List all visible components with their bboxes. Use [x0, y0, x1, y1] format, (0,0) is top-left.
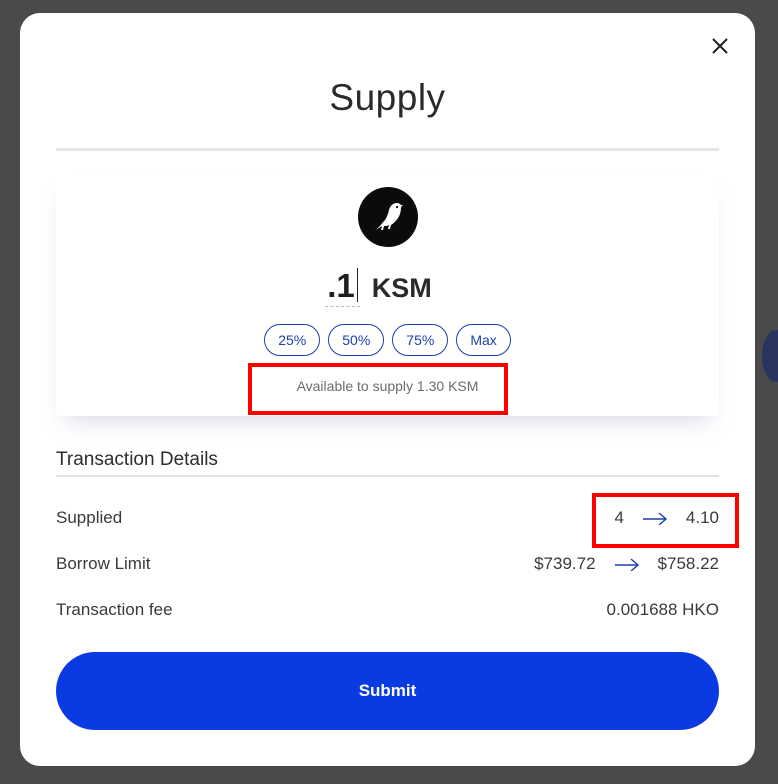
amount-card: .1 KSM 25% 50% 75% Max Available to suppl… [56, 173, 719, 416]
submit-button[interactable]: Submit [56, 652, 719, 730]
text-caret [356, 268, 358, 303]
transaction-fee-value: 0.001688 HKO [606, 600, 719, 619]
amount-value: .1 [327, 267, 355, 304]
kusama-bird-icon [358, 187, 418, 247]
borrow-limit-label: Borrow Limit [56, 554, 151, 573]
transaction-details-title: Transaction Details [56, 449, 218, 470]
close-icon [712, 38, 728, 54]
transaction-fee-row: Transaction fee 0.001688 HKO [56, 600, 719, 624]
supplied-value: 4 4.10 [614, 508, 719, 528]
close-button[interactable] [709, 35, 731, 57]
max-button[interactable]: Max [456, 324, 511, 356]
percent-75-button[interactable]: 75% [392, 324, 449, 356]
supply-modal: Supply .1 KSM 25% 50% 75% Max Available t… [20, 13, 755, 766]
percent-buttons: 25% 50% 75% Max [56, 324, 719, 356]
borrow-limit-to: $758.22 [657, 554, 719, 573]
amount-input[interactable]: .1 [325, 266, 360, 307]
borrow-limit-value: $739.72 $758.22 [534, 554, 719, 574]
borrow-limit-row: Borrow Limit $739.72 $758.22 [56, 554, 719, 578]
supplied-row: Supplied 4 4.10 [56, 508, 719, 532]
section-divider [56, 475, 719, 477]
background-element [762, 330, 778, 382]
arrow-right-icon [614, 557, 640, 571]
amount-row: .1 KSM [56, 266, 719, 310]
title-divider [56, 148, 719, 151]
transaction-fee-label: Transaction fee [56, 600, 173, 619]
supplied-label: Supplied [56, 508, 123, 527]
available-to-supply: Available to supply 1.30 KSM [296, 378, 479, 394]
supplied-to: 4.10 [685, 508, 719, 527]
supplied-from: 4 [614, 508, 624, 527]
borrow-limit-from: $739.72 [534, 554, 596, 573]
modal-title: Supply [329, 77, 446, 118]
arrow-right-icon [642, 511, 668, 525]
percent-50-button[interactable]: 50% [328, 324, 385, 356]
amount-unit: KSM [371, 273, 432, 303]
percent-25-button[interactable]: 25% [264, 324, 321, 356]
